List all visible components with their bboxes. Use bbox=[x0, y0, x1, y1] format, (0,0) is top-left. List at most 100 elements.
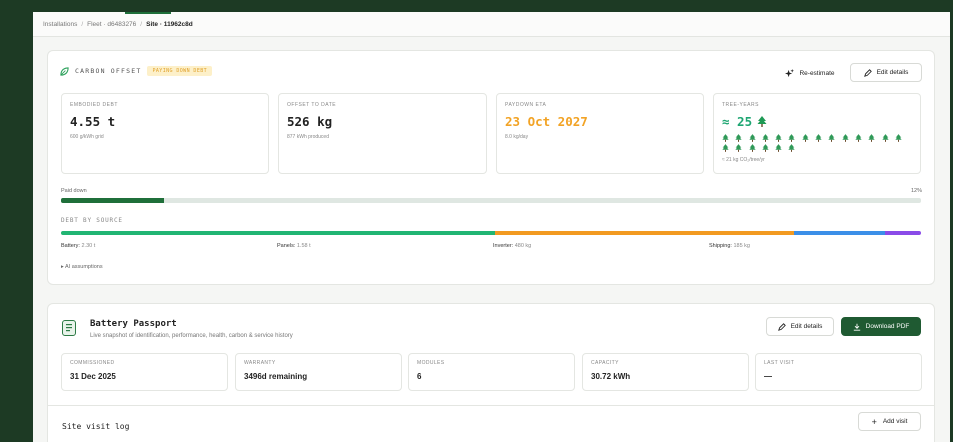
tree-icon bbox=[762, 144, 769, 152]
stat-offset-to-date: OFFSET TO DATE 526 kg 877 kWh produced bbox=[278, 93, 487, 174]
debt-source-label-shipping: Shipping: 185 kg bbox=[709, 243, 750, 249]
passport-edit-details-button[interactable]: Edit details bbox=[766, 317, 834, 336]
debt-segment-battery bbox=[61, 231, 496, 235]
carbon-offset-title: CARBON OFFSET bbox=[75, 67, 142, 75]
debt-source-label-inverter: Inverter: 480 kg bbox=[493, 243, 531, 249]
stat-value: 526 kg bbox=[287, 114, 333, 129]
stat-sub: 8.0 kg/day bbox=[505, 134, 529, 140]
debt-source-value: 480 kg bbox=[514, 243, 532, 249]
status-badge: PAYING DOWN DEBT bbox=[147, 66, 213, 76]
tree-icon bbox=[748, 144, 756, 152]
debt-segment-panels bbox=[495, 231, 794, 235]
tree-icon bbox=[868, 134, 875, 142]
active-nav-indicator bbox=[125, 12, 171, 14]
add-visit-label: Add visit bbox=[882, 418, 908, 425]
tree-icon bbox=[802, 134, 809, 142]
debt-source-name: Inverter: bbox=[493, 243, 515, 249]
divider bbox=[48, 405, 934, 406]
re-estimate-button[interactable]: Re-estimate bbox=[775, 64, 845, 83]
edit-details-label: Edit details bbox=[790, 323, 823, 330]
breadcrumb-site: Site · 11962c8d bbox=[146, 20, 193, 28]
debt-source-label-panels: Panels: 1.58 t bbox=[277, 243, 311, 249]
field-last-visit: LAST VISIT — bbox=[755, 353, 922, 391]
tree-icon bbox=[722, 134, 729, 142]
field-commissioned: COMMISSIONED 31 Dec 2025 bbox=[61, 353, 228, 391]
field-modules: MODULES 6 bbox=[408, 353, 575, 391]
debt-source-value: 1.58 t bbox=[296, 243, 311, 249]
battery-icon bbox=[62, 320, 76, 336]
battery-passport-subtitle: Live snapshot of identification, perform… bbox=[90, 333, 293, 339]
tree-icon bbox=[788, 134, 796, 142]
tree-icon bbox=[775, 144, 782, 152]
tree-icon bbox=[735, 134, 742, 142]
stat-label: OFFSET TO DATE bbox=[287, 102, 337, 108]
download-icon bbox=[853, 323, 860, 331]
battery-passport-title: Battery Passport bbox=[90, 319, 177, 329]
field-value: 30.72 kWh bbox=[591, 372, 631, 381]
tree-icon bbox=[788, 144, 796, 152]
field-capacity: CAPACITY 30.72 kWh bbox=[582, 353, 749, 391]
debt-segment-shipping bbox=[884, 231, 921, 235]
field-value: 6 bbox=[417, 372, 422, 381]
field-label: CAPACITY bbox=[591, 360, 619, 366]
tree-icon bbox=[722, 144, 729, 152]
stat-sub: 600 g/kWh grid bbox=[70, 134, 104, 140]
tree-icon bbox=[828, 134, 836, 142]
tree-icon bbox=[815, 134, 822, 142]
battery-passport-card: Battery Passport Live snapshot of identi… bbox=[47, 303, 935, 442]
field-label: MODULES bbox=[417, 360, 445, 366]
tree-icon bbox=[895, 134, 902, 142]
ai-assumptions-toggle[interactable]: ▸ AI assumptions bbox=[61, 264, 103, 270]
download-pdf-label: Download PDF bbox=[865, 323, 910, 330]
paid-down-percent: 12% bbox=[910, 188, 922, 194]
add-visit-button[interactable]: + Add visit bbox=[858, 412, 921, 431]
debt-source-name: Panels: bbox=[277, 243, 297, 249]
breadcrumb-installations[interactable]: Installations bbox=[43, 21, 77, 28]
edit-details-button[interactable]: Edit details bbox=[850, 63, 922, 82]
field-label: WARRANTY bbox=[244, 360, 276, 366]
leaf-icon bbox=[60, 66, 69, 76]
carbon-offset-header: CARBON OFFSET PAYING DOWN DEBT bbox=[60, 66, 213, 76]
carbon-offset-card: CARBON OFFSET PAYING DOWN DEBT Re-estima… bbox=[47, 50, 935, 285]
pencil-icon bbox=[777, 322, 786, 331]
tree-icon bbox=[881, 134, 889, 142]
field-label: COMMISSIONED bbox=[70, 360, 115, 366]
debt-source-value: 2.30 t bbox=[81, 243, 96, 249]
sparkle-icon bbox=[785, 69, 795, 78]
debt-source-value: 185 kg bbox=[733, 243, 750, 249]
field-value: 31 Dec 2025 bbox=[70, 372, 116, 381]
stat-value: ≈ 25 bbox=[722, 114, 753, 129]
edit-details-label: Edit details bbox=[876, 69, 909, 76]
paid-down-progress bbox=[61, 198, 921, 203]
stat-sub: 877 kWh produced bbox=[287, 134, 329, 140]
debt-by-source-bar bbox=[61, 231, 921, 235]
stat-embodied-debt: EMBODIED DEBT 4.55 t 600 g/kWh grid bbox=[61, 93, 269, 174]
stat-value: 23 Oct 2027 bbox=[505, 114, 588, 129]
download-pdf-button[interactable]: Download PDF bbox=[841, 317, 921, 336]
tree-icon bbox=[762, 134, 769, 142]
debt-segment-inverter bbox=[793, 231, 885, 235]
tree-icon bbox=[855, 134, 862, 142]
page: Installations / Fleet · d6483276 / Site … bbox=[33, 12, 950, 442]
debt-source-name: Battery: bbox=[61, 243, 82, 249]
stat-tree-years: TREE-YEARS ≈ 25 ≈ 21 kg CO₂/tree/yr bbox=[713, 93, 921, 174]
breadcrumb-separator: / bbox=[81, 20, 84, 28]
stat-label: EMBODIED DEBT bbox=[70, 102, 118, 108]
debt-source-label-battery: Battery: 2.30 t bbox=[61, 243, 95, 249]
tree-icon bbox=[842, 134, 849, 142]
stat-label: PAYDOWN ETA bbox=[505, 102, 547, 108]
field-value: — bbox=[764, 372, 772, 381]
breadcrumb-separator: / bbox=[140, 20, 143, 28]
tree-icon bbox=[757, 116, 767, 127]
stat-sub: ≈ 21 kg CO₂/tree/yr bbox=[722, 157, 765, 163]
breadcrumb: Installations / Fleet · d6483276 / Site … bbox=[33, 12, 950, 37]
tree-icon bbox=[748, 134, 756, 142]
breadcrumb-fleet[interactable]: Fleet · d6483276 bbox=[87, 21, 136, 28]
debt-by-source-title: DEBT BY SOURCE bbox=[61, 217, 123, 224]
stat-paydown-eta: PAYDOWN ETA 23 Oct 2027 8.0 kg/day bbox=[496, 93, 704, 174]
paid-down-fill bbox=[61, 198, 165, 203]
tree-icon bbox=[775, 134, 782, 142]
stat-value: 4.55 t bbox=[70, 114, 116, 129]
tree-icon bbox=[735, 144, 742, 152]
site-visit-log-title: Site visit log bbox=[62, 422, 130, 431]
